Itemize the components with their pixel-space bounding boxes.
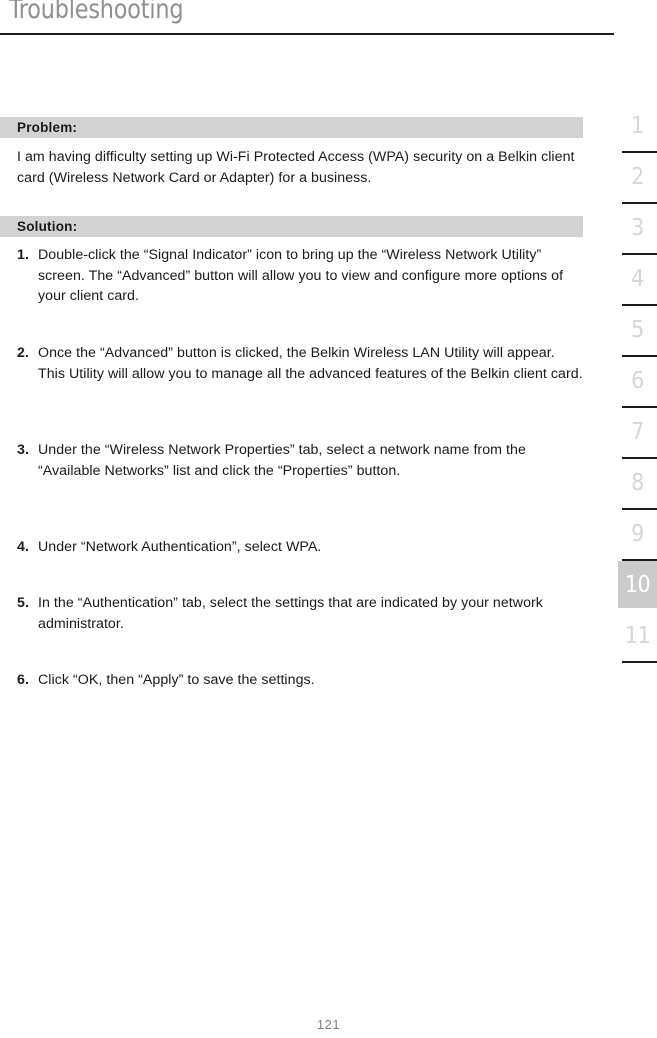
step-number: 6.: [17, 672, 29, 688]
step-number: 1.: [17, 247, 29, 263]
header-divider: [0, 33, 614, 35]
page-number: 121: [316, 1017, 341, 1032]
sidebar-item-label: 1: [631, 112, 644, 139]
sidebar-item-1[interactable]: 1: [618, 102, 657, 153]
step-text: Under the “Wireless Network Properties” …: [38, 442, 526, 479]
solution-step: 3. Under the “Wireless Network Propertie…: [17, 440, 583, 481]
solution-step: 1. Double-click the “Signal Indicator” i…: [17, 245, 583, 307]
sidebar-item-5[interactable]: 5: [618, 306, 657, 357]
sidebar-item-label: 11: [624, 622, 651, 649]
step-text: In the “Authentication” tab, select the …: [38, 595, 543, 632]
solution-step: 2. Once the “Advanced” button is clicked…: [17, 343, 583, 384]
step-text: Once the “Advanced” button is clicked, t…: [38, 345, 583, 382]
sidebar-item-11[interactable]: 11: [618, 612, 657, 663]
page-header: Troubleshooting: [0, 0, 614, 36]
sidebar-item-4[interactable]: 4: [618, 255, 657, 306]
sidebar-item-label: 6: [631, 367, 644, 394]
sidebar-item-label: 7: [631, 418, 644, 445]
sidebar-item-label: 4: [631, 265, 644, 292]
solution-step: 6. Click “OK, then “Apply” to save the s…: [17, 670, 583, 691]
step-text: Click “OK, then “Apply” to save the sett…: [38, 672, 315, 688]
solution-step: 4. Under “Network Authentication”, selec…: [17, 537, 583, 558]
sidebar-item-label: 8: [631, 469, 644, 496]
sidebar-item-9[interactable]: 9: [618, 510, 657, 561]
sidebar-item-7[interactable]: 7: [618, 408, 657, 459]
step-number: 4.: [17, 539, 29, 555]
sidebar-item-8[interactable]: 8: [618, 459, 657, 510]
solution-step: 5. In the “Authentication” tab, select t…: [17, 593, 583, 634]
sidebar-item-label: 10: [618, 561, 657, 608]
sidebar-item-6[interactable]: 6: [618, 357, 657, 408]
solution-heading-label: Solution:: [17, 219, 78, 234]
sidebar-item-label: 3: [631, 214, 644, 241]
problem-body-text: I am having difficulty setting up Wi-Fi …: [17, 149, 575, 186]
sidebar-item-label: 9: [631, 520, 644, 547]
step-number: 3.: [17, 442, 29, 458]
page-title: Troubleshooting: [9, 0, 184, 25]
sidebar-item-label: 2: [631, 163, 644, 190]
sidebar-item-label: 5: [631, 316, 644, 343]
step-number: 5.: [17, 595, 29, 611]
sidebar-item-10[interactable]: 10: [618, 561, 657, 612]
step-number: 2.: [17, 345, 29, 361]
document-page: Troubleshooting Problem: I am having dif…: [0, 0, 657, 1038]
problem-heading-label: Problem:: [17, 120, 78, 135]
sidebar-divider: [622, 661, 657, 663]
sidebar-item-3[interactable]: 3: [618, 204, 657, 255]
solution-heading-bar: Solution:: [0, 216, 583, 237]
step-text: Under “Network Authentication”, select W…: [38, 539, 322, 555]
problem-heading-bar: Problem:: [0, 117, 583, 138]
sidebar-item-2[interactable]: 2: [618, 153, 657, 204]
section-index-sidebar: 1 2 3 4 5 6 7 8 9 10 11: [618, 102, 657, 663]
step-text: Double-click the “Signal Indicator” icon…: [38, 247, 564, 304]
